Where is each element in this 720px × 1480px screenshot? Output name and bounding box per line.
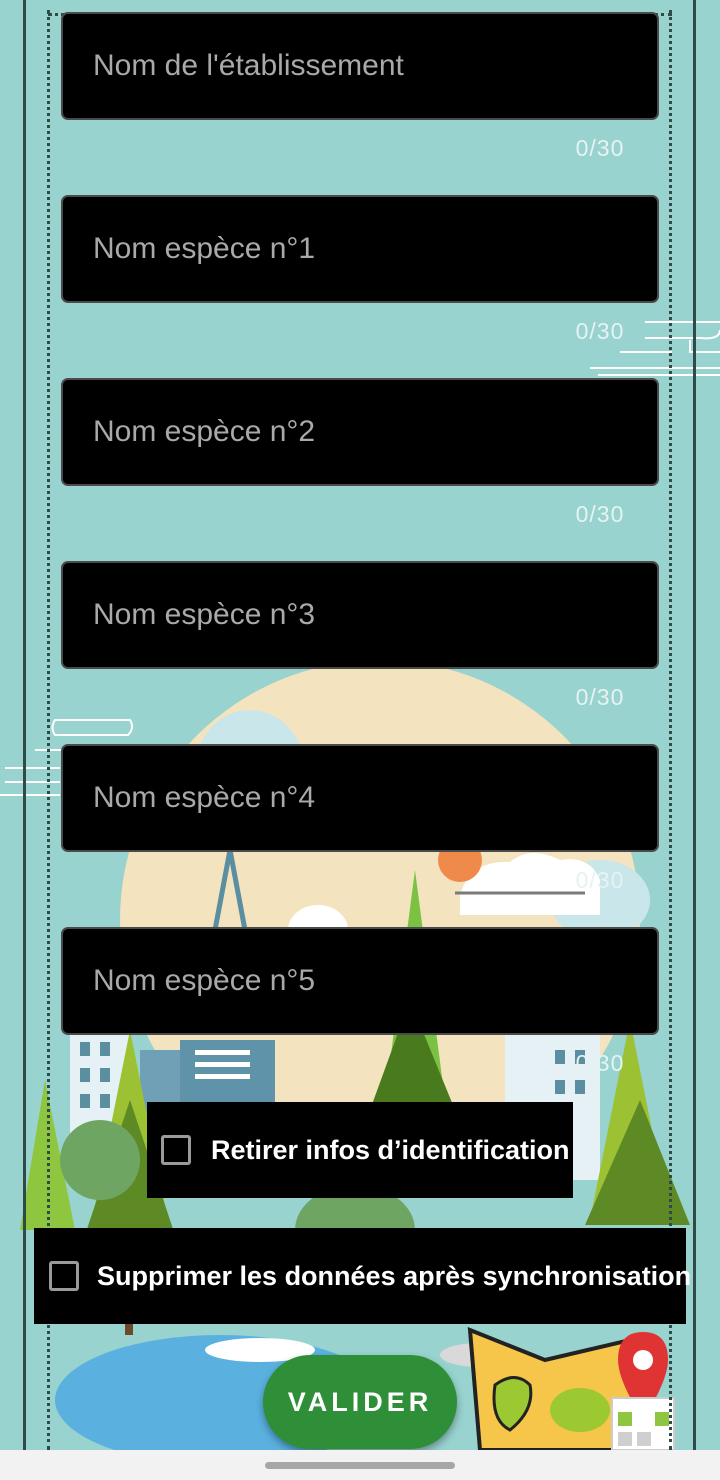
frame-line-right [693,0,696,1450]
species-3-field[interactable] [61,561,659,669]
species-5-field[interactable] [61,927,659,1035]
species-2-input[interactable] [63,380,657,484]
species-3-input[interactable] [63,563,657,667]
species-2-counter: 0/30 [575,501,625,527]
species-3-counter: 0/30 [575,684,625,710]
delete-after-sync-label: Supprimer les données après synchronisat… [97,1260,692,1291]
validate-button[interactable]: VALIDER [263,1355,457,1449]
species-5-counter: 0/30 [575,1050,625,1076]
species-2-field[interactable] [61,378,659,486]
remove-identification-checkbox[interactable] [161,1135,191,1165]
remove-identification-label: Retirer infos d’identification [211,1134,570,1165]
species-4-counter: 0/30 [575,867,625,893]
home-gesture-handle[interactable] [265,1462,455,1469]
establishment-name-input[interactable] [63,14,657,118]
establishment-name-field[interactable] [61,12,659,120]
remove-identification-option[interactable]: Retirer infos d’identification [147,1102,573,1198]
frame-line-left [23,0,26,1450]
species-1-input[interactable] [63,197,657,301]
species-1-field[interactable] [61,195,659,303]
species-4-input[interactable] [63,746,657,850]
delete-after-sync-option[interactable]: Supprimer les données après synchronisat… [34,1228,691,1324]
delete-after-sync-checkbox[interactable] [49,1261,79,1291]
species-4-field[interactable] [61,744,659,852]
species-5-input[interactable] [63,929,657,1033]
species-1-counter: 0/30 [575,318,625,344]
establishment-name-counter: 0/30 [575,135,625,161]
